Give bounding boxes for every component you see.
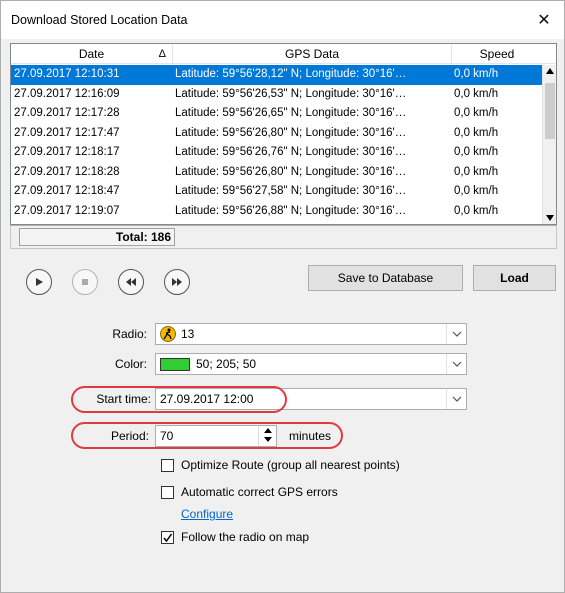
checkmark-icon [163, 533, 173, 543]
window-title: Download Stored Location Data [11, 13, 188, 27]
close-icon[interactable]: ✕ [524, 1, 564, 39]
total-count: Total: 186 [19, 228, 175, 246]
row-date: 27.09.2017 12:18:47 [14, 185, 120, 197]
follow-radio-checkbox[interactable] [161, 531, 174, 544]
period-highlight [71, 422, 343, 449]
row-gps: Latitude: 59°56'27,58" N; Longitude: 30°… [175, 185, 407, 197]
fast-forward-icon [172, 278, 182, 286]
scroll-thumb[interactable] [545, 83, 555, 139]
table-row[interactable]: 27.09.2017 12:10:31 Latitude: 59°56'28,12… [11, 65, 542, 85]
row-gps: Latitude: 59°56'26,88" N; Longitude: 30°… [175, 204, 407, 217]
grid-rows: 27.09.2017 12:10:31 Latitude: 59°56'28,12… [11, 65, 542, 221]
color-label: Color: [114, 357, 147, 371]
row-gps: Latitude: 59°56'26,76" N; Longitude: 30°… [175, 146, 407, 158]
row-speed: 0,0 km/h [454, 185, 499, 197]
load-button[interactable]: Load [473, 265, 556, 291]
row-speed: 0,0 km/h [454, 68, 499, 80]
optimize-route-label: Optimize Route (group all nearest points… [181, 458, 400, 472]
row-gps: Latitude: 59°56'26,65" N; Longitude: 30°… [175, 107, 407, 119]
chevron-down-icon[interactable] [446, 324, 466, 344]
fast-forward-button[interactable] [164, 269, 190, 295]
color-swatch [160, 358, 190, 371]
table-row[interactable]: 27.09.2017 12:19:07 Latitude: 59°56'26,88… [11, 202, 542, 222]
row-date: 27.09.2017 12:10:31 [14, 68, 120, 80]
grid-scrollbar[interactable] [542, 65, 556, 224]
auto-correct-label: Automatic correct GPS errors [181, 485, 338, 499]
grid-header: Date Δ GPS Data Speed [11, 44, 556, 64]
row-speed: 0,0 km/h [454, 204, 499, 217]
rewind-icon [126, 278, 136, 286]
row-gps: Latitude: 59°56'26,53" N; Longitude: 30°… [175, 87, 407, 100]
configure-link[interactable]: Configure [181, 507, 233, 521]
row-date: 27.09.2017 12:18:28 [14, 165, 120, 178]
row-date: 27.09.2017 12:16:09 [14, 87, 120, 100]
play-icon [36, 278, 43, 286]
column-date[interactable]: Date Δ [11, 44, 173, 64]
follow-radio-label: Follow the radio on map [181, 530, 310, 544]
location-grid: Date Δ GPS Data Speed 27.09.2017 12:10:3… [10, 43, 557, 225]
color-value: 50; 205; 50 [196, 357, 257, 371]
stop-button[interactable] [72, 269, 98, 295]
row-date: 27.09.2017 12:17:47 [14, 126, 120, 139]
column-speed[interactable]: Speed [452, 44, 542, 64]
table-row[interactable]: 27.09.2017 12:18:28 Latitude: 59°56'26,80… [11, 163, 542, 183]
play-button[interactable] [26, 269, 52, 295]
rewind-button[interactable] [118, 269, 144, 295]
column-speed-label: Speed [479, 47, 515, 61]
row-gps: Latitude: 59°56'26,80" N; Longitude: 30°… [175, 126, 407, 139]
row-gps: Latitude: 59°56'26,80" N; Longitude: 30°… [175, 165, 407, 178]
auto-correct-checkbox[interactable] [161, 486, 174, 499]
sort-ascending-icon: Δ [158, 48, 166, 60]
grid-footer: Total: 186 [10, 225, 557, 249]
radio-select[interactable]: 13 [155, 323, 467, 345]
runner-icon [160, 326, 176, 342]
radio-label: Radio: [112, 327, 147, 341]
radio-value: 13 [181, 327, 195, 341]
column-gps-label: GPS Data [284, 47, 340, 61]
table-row[interactable]: 27.09.2017 12:17:47 Latitude: 59°56'26,80… [11, 124, 542, 144]
stop-icon [82, 279, 88, 285]
save-to-database-button[interactable]: Save to Database [308, 265, 463, 291]
table-row[interactable]: 27.09.2017 12:16:09 Latitude: 59°56'26,53… [11, 85, 542, 105]
row-speed: 0,0 km/h [454, 165, 499, 178]
download-dialog: Download Stored Location Data ✕ Date Δ G… [0, 0, 565, 593]
start-time-highlight [71, 386, 287, 413]
table-row[interactable]: 27.09.2017 12:18:17 Latitude: 59°56'26,76… [11, 143, 542, 163]
table-row[interactable]: 27.09.2017 12:18:47 Latitude: 59°56'27,58… [11, 182, 542, 202]
table-row[interactable]: 27.09.2017 12:17:28 Latitude: 59°56'26,65… [11, 104, 542, 124]
row-speed: 0,0 km/h [454, 126, 499, 139]
row-date: 27.09.2017 12:19:07 [14, 204, 120, 217]
row-speed: 0,0 km/h [454, 146, 499, 158]
title-bar: Download Stored Location Data ✕ [1, 1, 564, 39]
color-select[interactable]: 50; 205; 50 [155, 353, 467, 375]
scroll-down-icon[interactable] [545, 214, 555, 222]
scroll-up-icon[interactable] [545, 67, 555, 75]
row-date: 27.09.2017 12:18:17 [14, 146, 120, 158]
row-speed: 0,0 km/h [454, 87, 499, 100]
column-date-label: Date [78, 47, 105, 61]
chevron-down-icon[interactable] [446, 354, 466, 374]
row-date: 27.09.2017 12:17:28 [14, 107, 120, 119]
row-gps: Latitude: 59°56'28,12" N; Longitude: 30°… [175, 68, 407, 80]
optimize-route-checkbox[interactable] [161, 459, 174, 472]
column-gps[interactable]: GPS Data [173, 44, 452, 64]
chevron-down-icon[interactable] [446, 389, 466, 409]
row-speed: 0,0 km/h [454, 107, 499, 119]
